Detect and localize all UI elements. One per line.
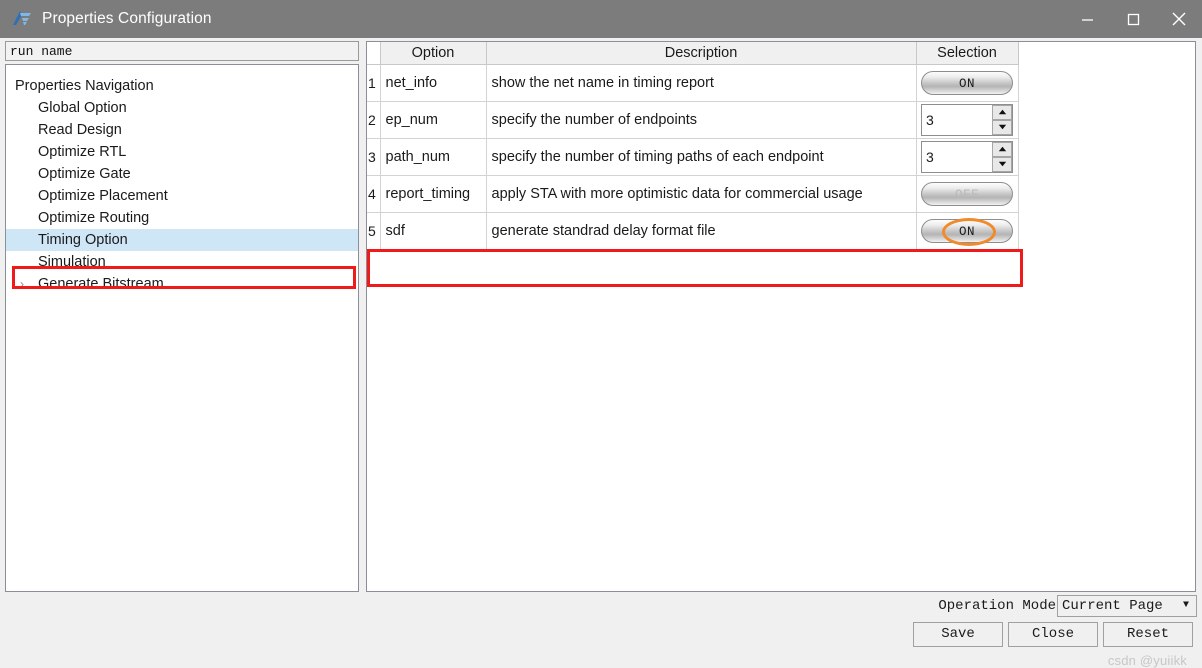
tree-rows-container: Properties Navigation Global Option Read D…: [6, 75, 358, 295]
app-logo-icon: [11, 8, 33, 30]
sidebar-item-label: Optimize Placement: [38, 188, 168, 204]
sidebar-item-optimize-routing[interactable]: Optimize Routing: [6, 207, 358, 229]
table-header-row: Option Description Selection: [367, 42, 1019, 65]
chevron-right-icon[interactable]: ›: [20, 273, 32, 295]
column-header-number: [367, 42, 381, 65]
option-name-cell: sdf: [380, 212, 487, 250]
column-header-option[interactable]: Option: [380, 42, 487, 65]
reset-button[interactable]: Reset: [1103, 622, 1193, 647]
chevron-down-icon: ▼: [1182, 600, 1189, 611]
spinner-up-icon[interactable]: [992, 141, 1012, 157]
option-name-cell: ep_num: [380, 101, 487, 139]
sidebar-item-timing-option[interactable]: Timing Option: [6, 229, 358, 251]
sidebar-item-read-design[interactable]: Read Design: [6, 119, 358, 141]
option-description-cell: apply STA with more optimistic data for …: [486, 175, 917, 213]
sidebar-item-simulation[interactable]: Simulation: [6, 251, 358, 273]
options-table-panel: Option Description Selection 1 net_info sh…: [366, 41, 1196, 592]
dialog-footer: Operation Mode Current Page ▼ Save Close…: [0, 594, 1202, 647]
sidebar-item-label: Properties Navigation: [15, 78, 154, 94]
window-controls: [1064, 0, 1202, 38]
option-selection-cell: ON: [916, 212, 1019, 250]
row-number: 1: [367, 64, 381, 102]
option-selection-cell: OFF: [916, 175, 1019, 213]
maximize-icon[interactable]: [1110, 0, 1156, 38]
operation-mode-select[interactable]: Current Page ▼: [1057, 595, 1197, 617]
tree-top-spacer: [6, 65, 358, 75]
spinner-value: 3: [926, 148, 934, 165]
spinner-buttons: [992, 104, 1012, 135]
close-icon[interactable]: [1156, 0, 1202, 38]
option-selection-cell: 3: [916, 138, 1019, 176]
option-name-cell: report_timing: [380, 175, 487, 213]
sidebar-item-generate-bitstream[interactable]: › Generate Bitstream: [6, 273, 358, 295]
operation-mode-label: Operation Mode: [938, 598, 1056, 614]
sidebar-item-label: Optimize Routing: [38, 210, 150, 226]
sidebar-item-label: Timing Option: [38, 232, 128, 248]
table-row[interactable]: 5 sdf generate standrad delay format file O…: [367, 212, 1019, 250]
spinner-value: 3: [926, 111, 934, 128]
run-name-input[interactable]: run name: [5, 41, 359, 61]
close-button[interactable]: Close: [1008, 622, 1098, 647]
toggle-label: ON: [958, 224, 975, 239]
sidebar-item-label: Read Design: [38, 122, 122, 138]
dialog-buttons: Save Close Reset: [913, 622, 1193, 647]
toggle-label: OFF: [954, 187, 979, 202]
option-selection-cell: 3: [916, 101, 1019, 139]
spinner-buttons: [992, 141, 1012, 172]
option-selection-cell: ON: [916, 64, 1019, 102]
watermark-text: csdn @yuiikk: [1107, 653, 1187, 668]
number-spinner-ep_num[interactable]: 3: [921, 103, 1013, 136]
spinner-up-icon[interactable]: [992, 104, 1012, 120]
sidebar-item-label: Simulation: [38, 254, 106, 270]
operation-mode-row: Operation Mode Current Page ▼: [938, 594, 1197, 618]
table-row[interactable]: 4 report_timing apply STA with more optimi…: [367, 175, 1019, 213]
save-button[interactable]: Save: [913, 622, 1003, 647]
row-number: 5: [367, 212, 381, 250]
sidebar-item-label: Generate Bitstream: [38, 276, 164, 292]
window-titlebar: Properties Configuration: [0, 0, 1202, 38]
options-table: Option Description Selection 1 net_info sh…: [367, 42, 1019, 250]
row-number: 3: [367, 138, 381, 176]
sidebar-item-optimize-placement[interactable]: Optimize Placement: [6, 185, 358, 207]
sidebar-item-optimize-rtl[interactable]: Optimize RTL: [6, 141, 358, 163]
column-header-description[interactable]: Description: [486, 42, 917, 65]
toggle-label: ON: [958, 76, 975, 91]
column-header-selection[interactable]: Selection: [916, 42, 1019, 65]
toggle-switch-report_timing[interactable]: OFF: [921, 181, 1013, 206]
option-name-cell: net_info: [380, 64, 487, 102]
dialog-body: run name Properties Navigation Global Opt…: [0, 38, 1202, 668]
toggle-switch-sdf[interactable]: ON: [921, 217, 1013, 246]
row-number: 2: [367, 101, 381, 139]
spinner-down-icon[interactable]: [992, 156, 1012, 172]
option-description-cell: specify the number of endpoints: [486, 101, 917, 139]
sidebar-item-label: Global Option: [38, 100, 127, 116]
sidebar-item-global-option[interactable]: Global Option: [6, 97, 358, 119]
option-description-cell: generate standrad delay format file: [486, 212, 917, 250]
table-row[interactable]: 2 ep_num specify the number of endpoints 3: [367, 101, 1019, 139]
window-title: Properties Configuration: [42, 10, 212, 27]
number-spinner-path_num[interactable]: 3: [921, 140, 1013, 173]
row-number: 4: [367, 175, 381, 213]
table-body: 1 net_info show the net name in timing rep…: [367, 64, 1019, 250]
sidebar-item-properties-navigation[interactable]: Properties Navigation: [6, 75, 358, 97]
properties-navigation-tree[interactable]: Properties Navigation Global Option Read D…: [5, 64, 359, 592]
table-row[interactable]: 3 path_num specify the number of timing pa…: [367, 138, 1019, 176]
spinner-down-icon[interactable]: [992, 119, 1012, 135]
option-description-cell: show the net name in timing report: [486, 64, 917, 102]
option-description-cell: specify the number of timing paths of ea…: [486, 138, 917, 176]
option-name-cell: path_num: [380, 138, 487, 176]
sidebar-item-optimize-gate[interactable]: Optimize Gate: [6, 163, 358, 185]
table-row[interactable]: 1 net_info show the net name in timing rep…: [367, 64, 1019, 102]
minimize-icon[interactable]: [1064, 0, 1110, 38]
operation-mode-value: Current Page: [1062, 598, 1163, 614]
toggle-switch-net_info[interactable]: ON: [921, 70, 1013, 95]
sidebar-item-label: Optimize Gate: [38, 166, 131, 182]
sidebar-item-label: Optimize RTL: [38, 144, 127, 160]
